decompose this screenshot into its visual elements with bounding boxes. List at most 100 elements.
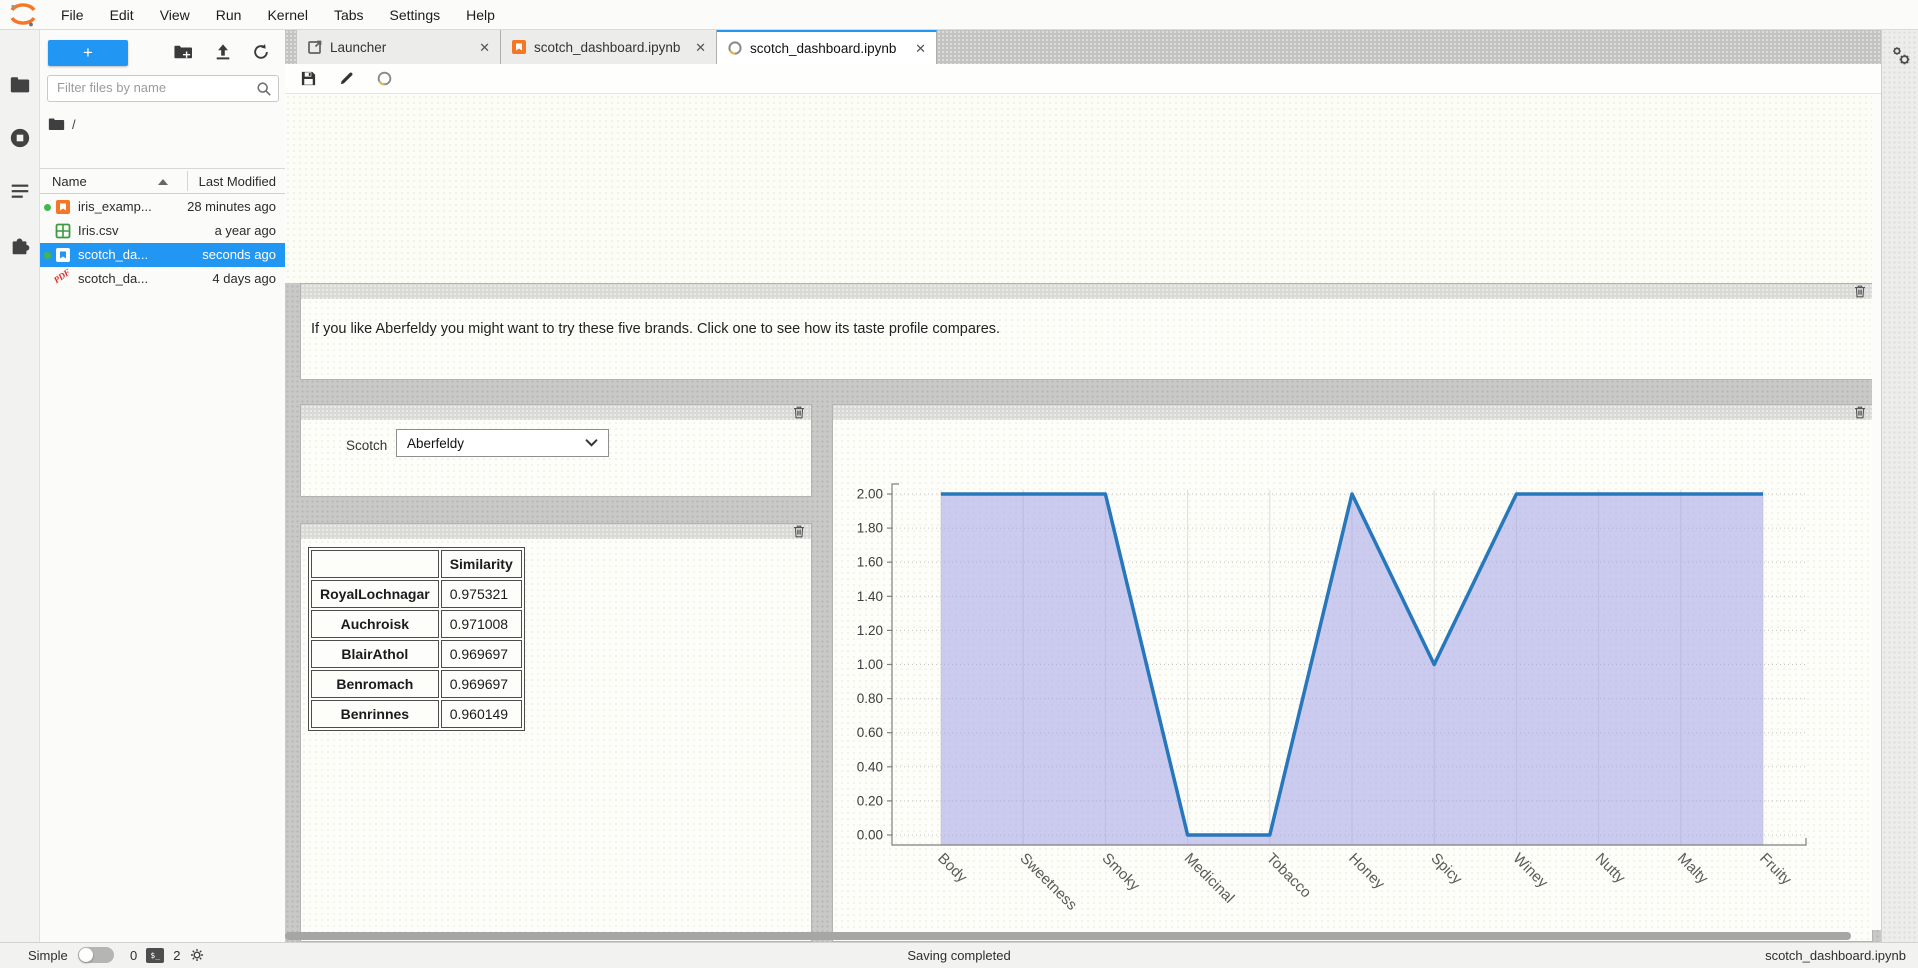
file-row[interactable]: iris_examp... 28 minutes ago: [40, 195, 285, 219]
table-of-contents-icon[interactable]: [9, 180, 31, 202]
table-header-row: Similarity: [311, 550, 522, 578]
svg-text:Fruity: Fruity: [1756, 850, 1795, 889]
menu-settings[interactable]: Settings: [377, 0, 454, 30]
menu-edit[interactable]: Edit: [97, 0, 147, 30]
new-launcher-button[interactable]: +: [48, 40, 128, 66]
notebook-toolbar: [285, 64, 1881, 94]
menu-tabs[interactable]: Tabs: [321, 0, 377, 30]
similarity-table: SimilarityRoyalLochnagar0.975321Auchrois…: [308, 547, 525, 731]
brand-name-cell[interactable]: BlairAthol: [311, 640, 439, 668]
dropdown-cell: Scotch Aberfeldy: [300, 404, 812, 497]
similarity-value-cell: 0.969697: [441, 670, 522, 698]
table-row[interactable]: Benrinnes0.960149: [311, 700, 522, 728]
file-name: iris_examp...: [78, 199, 152, 214]
menu-view[interactable]: View: [147, 0, 203, 30]
tab-bar: Launcher ✕ scotch_dashboard.ipynb ✕ scot…: [285, 30, 1881, 64]
notebook-file-icon: [511, 39, 527, 55]
filter-files-box: [47, 75, 279, 102]
file-row-selected[interactable]: scotch_da... seconds ago: [40, 243, 285, 267]
table-corner-cell: [311, 550, 439, 578]
upload-button[interactable]: [212, 43, 234, 63]
tab-notebook-1[interactable]: scotch_dashboard.ipynb ✕: [501, 30, 717, 64]
jupyter-logo-icon: [8, 3, 38, 27]
breadcrumb[interactable]: /: [48, 112, 76, 136]
menu-file[interactable]: File: [48, 0, 97, 30]
svg-text:1.20: 1.20: [857, 623, 883, 638]
save-button[interactable]: [299, 70, 317, 88]
file-modified: 28 minutes ago: [187, 199, 276, 214]
tab-close-icon[interactable]: ✕: [479, 41, 490, 54]
similarity-value-cell: 0.960149: [441, 700, 522, 728]
brand-name-cell[interactable]: Benromach: [311, 670, 439, 698]
scrollbar-thumb[interactable]: [285, 932, 1851, 940]
right-activity-bar: [1881, 30, 1918, 942]
filter-files-input[interactable]: [48, 76, 248, 99]
chart-cell: 0.000.200.400.600.801.001.201.401.601.80…: [832, 404, 1873, 942]
file-browser-icon[interactable]: [9, 74, 31, 96]
svg-text:0.20: 0.20: [857, 793, 883, 808]
column-modified-header[interactable]: Last Modified: [199, 174, 276, 189]
x-axis-labels: BodySweetnessSmokyMedicinalTobaccoHoneyS…: [934, 850, 1795, 914]
tab-launcher[interactable]: Launcher ✕: [297, 30, 501, 64]
column-divider: [187, 171, 188, 191]
sort-ascending-icon: [158, 179, 168, 185]
empty-cell-area: [285, 94, 1881, 283]
markdown-cell-body: If you like Aberfeldy you might want to …: [301, 299, 1872, 379]
svg-text:1.80: 1.80: [857, 521, 883, 536]
tab-label: Launcher: [330, 40, 467, 55]
menu-run[interactable]: Run: [203, 0, 255, 30]
vertical-scrollbar-track[interactable]: [1872, 94, 1881, 930]
menu-bar: File Edit View Run Kernel Tabs Settings …: [0, 0, 1918, 30]
delete-cell-button[interactable]: [791, 524, 806, 539]
svg-text:1.00: 1.00: [857, 657, 883, 672]
table-row[interactable]: RoyalLochnagar0.975321: [311, 580, 522, 608]
trash-icon: [1853, 405, 1867, 419]
menu-help[interactable]: Help: [453, 0, 508, 30]
kernel-status-button[interactable]: [375, 70, 393, 88]
new-folder-button[interactable]: [172, 43, 194, 63]
table-row[interactable]: Auchroisk0.971008: [311, 610, 522, 638]
save-icon: [300, 70, 317, 87]
scotch-dropdown[interactable]: Aberfeldy: [396, 429, 609, 457]
chart-cell-body: 0.000.200.400.600.801.001.201.401.601.80…: [833, 420, 1872, 941]
property-inspector-gears-icon[interactable]: [1889, 44, 1913, 68]
file-name: Iris.csv: [78, 223, 118, 238]
cell-drag-header[interactable]: [301, 524, 811, 539]
brand-name-cell[interactable]: Benrinnes: [311, 700, 439, 728]
svg-text:Medicinal: Medicinal: [1181, 850, 1238, 907]
delete-cell-button[interactable]: [1852, 284, 1867, 299]
file-row[interactable]: PDF scotch_da... 4 days ago: [40, 267, 285, 291]
svg-text:Body: Body: [934, 850, 971, 887]
file-modified: seconds ago: [202, 247, 276, 262]
table-row[interactable]: BlairAthol0.969697: [311, 640, 522, 668]
home-folder-icon: [48, 117, 65, 131]
table-row[interactable]: Benromach0.969697: [311, 670, 522, 698]
svg-text:Sweetness: Sweetness: [1016, 850, 1080, 914]
running-sessions-icon[interactable]: [9, 127, 31, 149]
brand-name-cell[interactable]: Auchroisk: [311, 610, 439, 638]
upload-icon: [214, 43, 232, 61]
tab-notebook-2-active[interactable]: scotch_dashboard.ipynb ✕: [717, 30, 937, 64]
cell-drag-header[interactable]: [301, 405, 811, 420]
extension-manager-icon[interactable]: [9, 235, 31, 257]
column-name-header[interactable]: Name: [52, 174, 87, 189]
pencil-icon: [338, 70, 355, 87]
brand-name-cell[interactable]: RoyalLochnagar: [311, 580, 439, 608]
refresh-button[interactable]: [250, 43, 272, 63]
delete-cell-button[interactable]: [1852, 405, 1867, 420]
horizontal-scrollbar[interactable]: [285, 932, 1875, 940]
edit-button[interactable]: [337, 70, 355, 88]
file-modified: a year ago: [215, 223, 276, 238]
cell-drag-header[interactable]: [833, 405, 1872, 420]
file-row[interactable]: Iris.csv a year ago: [40, 219, 285, 243]
tab-close-icon[interactable]: ✕: [915, 42, 926, 55]
svg-text:0.40: 0.40: [857, 759, 883, 774]
file-name: scotch_da...: [78, 247, 148, 262]
similarity-table-cell: SimilarityRoyalLochnagar0.975321Auchrois…: [300, 523, 812, 942]
cell-drag-header[interactable]: [301, 284, 1872, 299]
delete-cell-button[interactable]: [791, 405, 806, 420]
taste-profile-chart: 0.000.200.400.600.801.001.201.401.601.80…: [833, 420, 1872, 941]
menu-kernel[interactable]: Kernel: [254, 0, 320, 30]
csv-file-icon: [55, 223, 71, 239]
tab-close-icon[interactable]: ✕: [695, 41, 706, 54]
